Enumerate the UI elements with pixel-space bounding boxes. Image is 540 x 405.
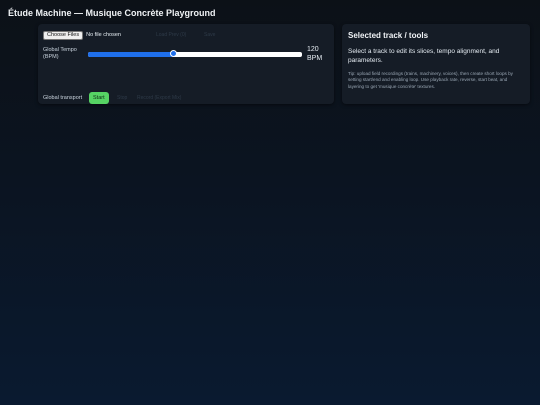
tools-panel-tip: Tip: upload field recordings (trains, ma… bbox=[348, 71, 513, 89]
app-title: Étude Machine — Musique Concrète Playgro… bbox=[8, 8, 216, 18]
controls-panel: Choose Files No file chosen Load Prev (0… bbox=[38, 24, 334, 104]
tempo-label: Global Tempo (BPM) bbox=[43, 47, 77, 60]
tempo-slider-fill bbox=[88, 52, 174, 57]
file-upload-row: Choose Files No file chosen bbox=[43, 30, 121, 40]
load-previous-button[interactable]: Load Prev (0) bbox=[156, 32, 186, 38]
save-button[interactable]: Save bbox=[204, 32, 215, 38]
tempo-slider-thumb[interactable] bbox=[170, 50, 178, 57]
file-status-text: No file chosen bbox=[86, 32, 121, 38]
transport-label: Global transport bbox=[43, 95, 83, 101]
choose-files-button[interactable]: Choose Files bbox=[43, 30, 84, 40]
start-button[interactable]: Start bbox=[89, 92, 109, 104]
tools-panel-title: Selected track / tools bbox=[348, 31, 429, 40]
tools-panel-description: Select a track to edit its slices, tempo… bbox=[348, 48, 500, 64]
tools-panel: Selected track / tools Select a track to… bbox=[342, 24, 530, 104]
tempo-slider[interactable] bbox=[88, 50, 302, 57]
tempo-value: 120 BPM bbox=[307, 46, 323, 62]
record-export-button[interactable]: Record (Export Mix) bbox=[137, 95, 181, 101]
stop-button[interactable]: Stop bbox=[117, 95, 127, 101]
